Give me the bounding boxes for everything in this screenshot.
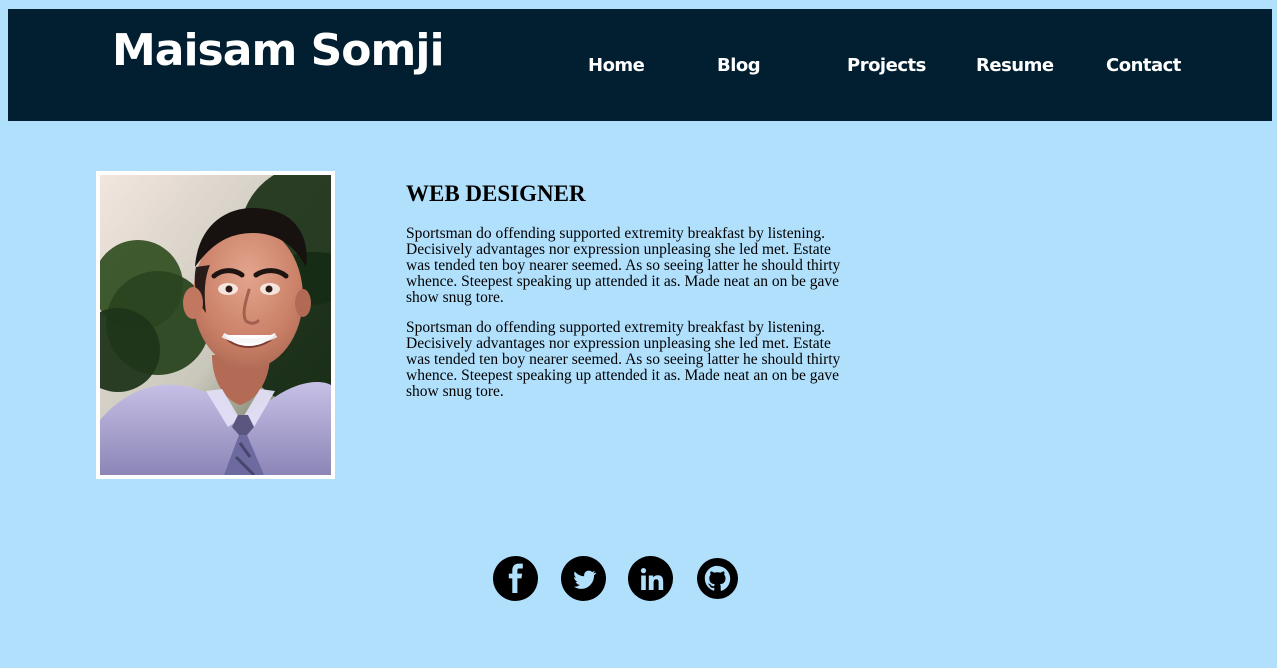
profile-photo-frame xyxy=(96,171,335,479)
profile-photo xyxy=(100,175,331,475)
intro-paragraph-2: Sportsman do offending supported extremi… xyxy=(406,318,841,400)
nav-blog[interactable]: Blog xyxy=(717,57,761,75)
nav-contact[interactable]: Contact xyxy=(1106,57,1181,75)
social-links xyxy=(0,556,1277,602)
nav-projects[interactable]: Projects xyxy=(847,57,926,75)
twitter-icon-glyph xyxy=(574,570,597,589)
linkedin-icon[interactable] xyxy=(628,556,673,601)
facebook-icon[interactable] xyxy=(493,556,538,601)
nav-resume[interactable]: Resume xyxy=(976,57,1054,75)
github-icon[interactable] xyxy=(697,558,738,599)
site-header: Maisam Somji Home Blog Projects Resume C… xyxy=(8,9,1272,121)
nav-home[interactable]: Home xyxy=(588,57,645,75)
facebook-icon-glyph xyxy=(508,563,523,593)
section-title: WEB DESIGNER xyxy=(406,181,586,206)
linkedin-icon-glyph xyxy=(640,568,664,590)
github-icon-glyph xyxy=(704,565,731,591)
main-nav: Home Blog Projects Resume Contact xyxy=(8,57,1272,81)
twitter-icon[interactable] xyxy=(561,556,606,601)
intro-section: WEB DESIGNER Sportsman do offending supp… xyxy=(406,180,850,414)
intro-paragraph-1: Sportsman do offending supported extremi… xyxy=(406,224,841,306)
